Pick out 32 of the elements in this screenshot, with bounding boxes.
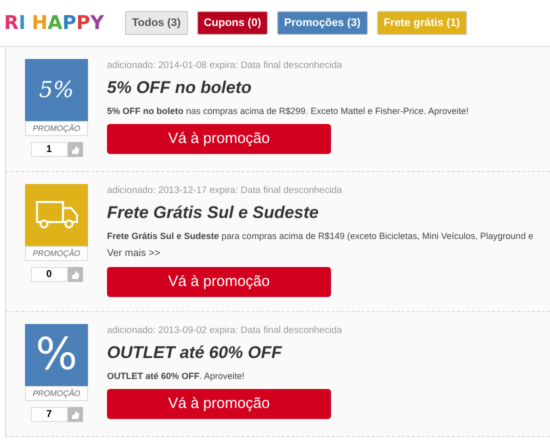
offer-meta: adicionado: 2013-09-02 expira: Data final desconhecida — [107, 324, 342, 338]
offer-meta: adicionado: 2013-12-17 expira: Data final desconhecida — [107, 184, 342, 198]
thumbs-up-icon — [71, 270, 79, 278]
offer-description: OUTLET até 60% OFF. Aproveite! — [107, 370, 245, 383]
go-to-promotion-button[interactable]: Vá à promoção — [107, 267, 331, 297]
offer-description: Frete Grátis Sul e Sudeste para compras acima de R$149 (exceto Bicicletas, Mini Veículos, Playground e — [107, 230, 534, 243]
vote-count: 0 — [30, 267, 68, 282]
vote-count: 7 — [30, 407, 68, 422]
tile-text: % — [36, 333, 78, 377]
go-to-promotion-button[interactable]: Vá à promoção — [107, 389, 331, 419]
vote-count: 1 — [30, 142, 68, 157]
thumbs-up-button[interactable] — [68, 142, 82, 157]
tile-label: PROMOÇÃO — [25, 121, 88, 136]
thumbs-up-button[interactable] — [68, 407, 82, 422]
filter-button[interactable]: Promoções (3) — [277, 11, 368, 35]
thumbs-up-icon — [71, 146, 79, 154]
thumbs-up-icon — [71, 410, 79, 418]
offer-title: Frete Grátis Sul e Sudeste — [107, 202, 319, 224]
logo: RI HAPPY — [4, 14, 105, 32]
offer-description: 5% OFF no boleto nas compras acima de R$299. Exceto Mattel e Fisher-Price. Aproveite! — [107, 104, 469, 118]
tile-label: PROMOÇÃO — [25, 386, 88, 401]
thumbs-up-button[interactable] — [68, 267, 82, 282]
go-to-promotion-button[interactable]: Vá à promoção — [107, 124, 331, 154]
offer-title: OUTLET até 60% OFF — [107, 342, 282, 364]
tile-label: PROMOÇÃO — [25, 246, 88, 261]
filter-button[interactable]: Cupons (0) — [196, 11, 268, 35]
read-more-link[interactable]: Ver mais >> — [107, 246, 160, 261]
tile-text: 5% — [39, 76, 74, 104]
offer-title: 5% OFF no boleto — [107, 77, 252, 98]
filter-button[interactable]: Todos (3) — [125, 11, 188, 35]
offer-meta: adicionado: 2014-01-08 expira: Data final desconhecida — [107, 59, 342, 73]
truck-icon — [36, 201, 78, 229]
